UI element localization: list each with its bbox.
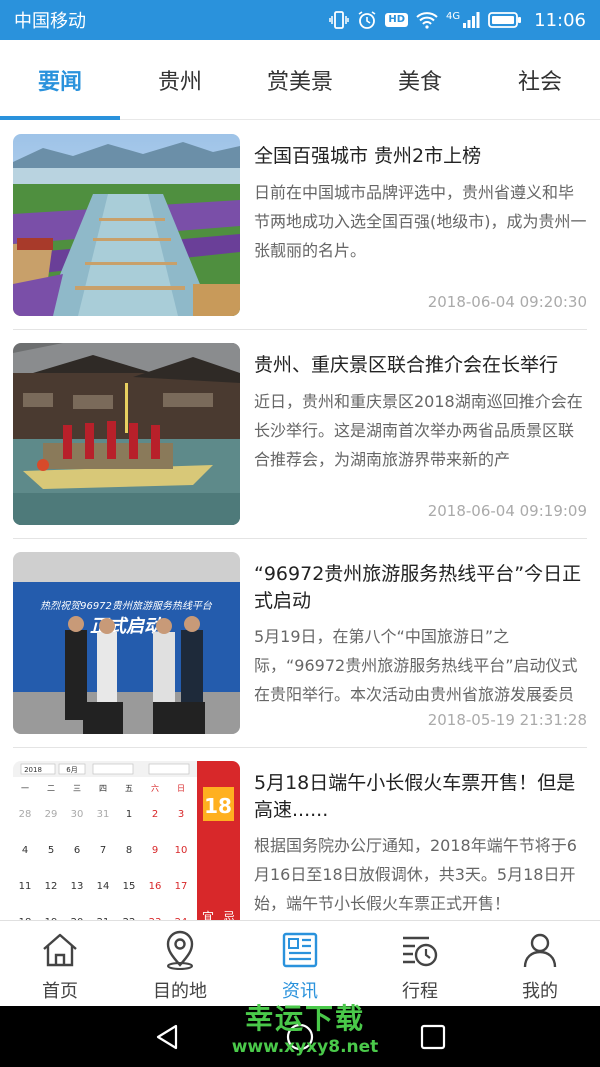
calendar-date: 7 — [100, 845, 106, 856]
network-type: 4G — [446, 10, 461, 22]
tab-food[interactable]: 美食 — [360, 40, 480, 120]
news-item[interactable]: 全国百强城市 贵州2市上榜 日前在中国城市品牌评选中，贵州省遵义和毕节两地成功入… — [13, 121, 587, 330]
clock-time: 11:06 — [534, 9, 586, 31]
nav-label: 我的 — [522, 981, 558, 1002]
news-summary: 日前在中国城市品牌评选中，贵州省遵义和毕节两地成功入选全国百强(地级市)，成为贵… — [254, 183, 587, 260]
status-bar: 中国移动 HD 4G 11:06 — [0, 0, 600, 40]
battery-icon — [488, 11, 522, 29]
wifi-icon — [416, 11, 438, 29]
news-summary: 5月19日，在第八个“中国旅游日”之际，“96972贵州旅游服务热线平台”启动仪… — [254, 627, 578, 704]
calendar-date: 3 — [178, 809, 184, 820]
home-circle-icon — [286, 1023, 314, 1050]
calendar-date: 11 — [19, 881, 32, 892]
user-icon — [523, 933, 557, 968]
news-thumbnail-launch-ceremony: 热烈祝贺96972贵州旅游服务热线平台 正式启动 — [13, 552, 240, 734]
calendar-weekday: 一 — [21, 784, 29, 793]
calendar-date: 2 — [152, 809, 158, 820]
calendar-date: 28 — [19, 809, 32, 820]
calendar-date: 5 — [48, 845, 54, 856]
calendar-month: 6月 — [66, 766, 77, 774]
news-icon — [282, 932, 318, 968]
calendar-weekday: 二 — [47, 784, 55, 793]
news-title: “96972贵州旅游服务热线平台”今日正式启动 — [254, 563, 582, 612]
calendar-date: 6 — [74, 845, 80, 856]
news-timestamp: 2018-05-19 21:31:28 — [427, 711, 587, 729]
calendar-weekday: 五 — [125, 784, 133, 793]
news-timestamp: 2018-06-04 09:20:30 — [427, 293, 587, 311]
news-summary: 近日，贵州和重庆景区2018湖南巡回推介会在长沙举行。这是湖南首次举办两省品质景… — [254, 392, 583, 469]
calendar-date: 4 — [22, 845, 28, 856]
category-tabs: 要闻 贵州 赏美景 美食 社会 — [0, 40, 600, 120]
news-title: 贵州、重庆景区联合推介会在长举行 — [254, 354, 559, 376]
news-summary: 根据国务院办公厅通知，2018年端午节将于6月16日至18日放假调休，共3天。5… — [254, 836, 577, 913]
tab-society[interactable]: 社会 — [480, 40, 600, 120]
calendar-date: 17 — [175, 881, 188, 892]
hd-icon: HD — [385, 13, 408, 27]
nav-label: 目的地 — [153, 981, 207, 1002]
itinerary-clock-icon — [403, 936, 438, 967]
tab-guizhou[interactable]: 贵州 — [120, 40, 240, 120]
news-thumbnail-boat — [13, 343, 240, 525]
banner-text: 热烈祝贺96972贵州旅游服务热线平台 — [40, 600, 213, 612]
tab-headlines[interactable]: 要闻 — [0, 40, 120, 120]
location-pin-icon — [166, 930, 194, 970]
vibrate-icon — [329, 11, 350, 29]
calendar-date: 14 — [97, 881, 110, 892]
signal-icon — [462, 11, 480, 29]
recents-button[interactable] — [415, 1019, 451, 1055]
calendar-date: 13 — [71, 881, 84, 892]
carrier-name: 中国移动 — [14, 11, 86, 32]
news-title: 5月18日端午小长假火车票开售！但是高速...... — [254, 772, 576, 821]
nav-label: 行程 — [402, 981, 438, 1002]
tab-scenery[interactable]: 赏美景 — [240, 40, 360, 120]
calendar-date: 31 — [97, 809, 110, 820]
system-navigation-bar — [0, 1006, 600, 1067]
nav-mine[interactable]: 我的 — [480, 921, 600, 1007]
calendar-weekday: 六 — [151, 783, 159, 793]
nav-news[interactable]: 资讯 — [240, 921, 360, 1007]
calendar-date: 29 — [45, 809, 58, 820]
calendar-date: 8 — [126, 845, 132, 856]
calendar-date: 9 — [152, 845, 158, 856]
calendar-date: 1 — [126, 809, 132, 820]
news-title: 全国百强城市 贵州2市上榜 — [254, 145, 482, 167]
calendar-weekday: 三 — [73, 784, 81, 793]
calendar-lunar-yi: 宜 — [202, 909, 214, 920]
recents-square-icon — [421, 1024, 446, 1049]
news-list: 全国百强城市 贵州2市上榜 日前在中国城市品牌评选中，贵州省遵义和毕节两地成功入… — [0, 121, 600, 920]
back-triangle-icon — [156, 1024, 177, 1049]
calendar-day: 18 — [204, 794, 232, 818]
news-timestamp: 2018-06-04 09:19:09 — [427, 502, 587, 520]
news-item[interactable]: 贵州、重庆景区联合推介会在长举行 近日，贵州和重庆景区2018湖南巡回推介会在长… — [13, 330, 587, 539]
nav-label: 首页 — [42, 981, 78, 1002]
status-icons: HD 4G 11:06 — [329, 10, 586, 31]
home-system-button[interactable] — [282, 1019, 318, 1055]
calendar-date: 15 — [123, 881, 136, 892]
calendar-weekday: 日 — [177, 784, 185, 793]
news-thumbnail-calendar: 6月 2018 18 宜 忌 一二三四五六日 28 29 30 31 1 2 3 4 5 6 7 8 9 1… — [13, 761, 240, 920]
back-button[interactable] — [149, 1019, 185, 1055]
nav-destination[interactable]: 目的地 — [120, 921, 240, 1007]
alarm-icon — [357, 10, 377, 30]
nav-itinerary[interactable]: 行程 — [360, 921, 480, 1007]
calendar-lunar-ji: 忌 — [223, 910, 235, 920]
bottom-navigation: 首页 目的地 资讯 行程 我的 — [0, 920, 600, 1006]
calendar-date: 30 — [71, 809, 84, 820]
nav-label: 资讯 — [282, 981, 318, 1002]
calendar-year: 2018 — [24, 766, 42, 774]
calendar-weekday: 四 — [99, 784, 107, 793]
news-thumbnail-wetland — [13, 134, 240, 316]
home-icon — [43, 933, 77, 967]
news-item[interactable]: 6月 2018 18 宜 忌 一二三四五六日 28 29 30 31 1 2 3 4 5 6 7 8 9 1… — [13, 748, 587, 920]
calendar-date: 10 — [175, 845, 188, 856]
calendar-date: 16 — [149, 881, 162, 892]
calendar-date: 12 — [45, 881, 58, 892]
nav-home[interactable]: 首页 — [0, 921, 120, 1007]
news-item[interactable]: 热烈祝贺96972贵州旅游服务热线平台 正式启动 “96972贵州旅游服务热线平… — [13, 539, 587, 748]
